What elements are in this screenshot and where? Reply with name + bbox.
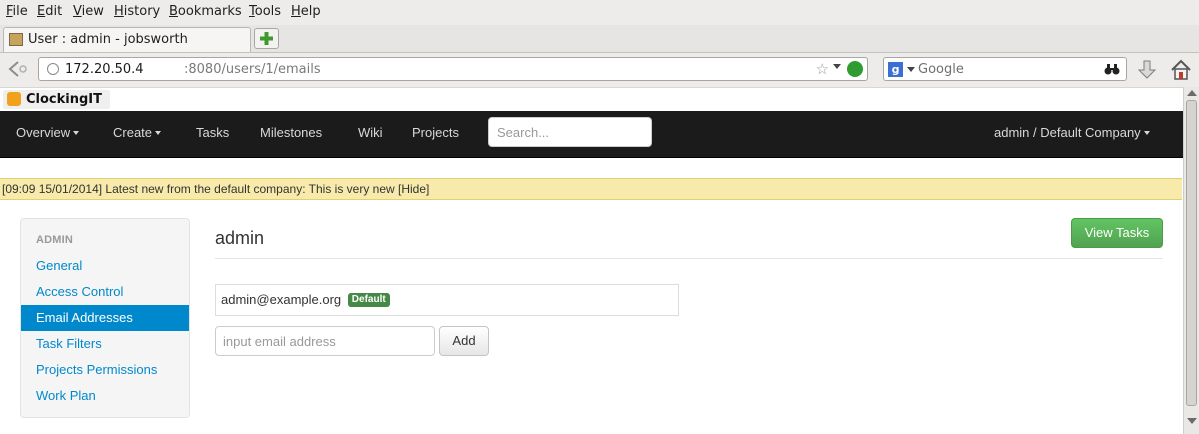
new-email-input[interactable]	[215, 326, 435, 356]
menu-history[interactable]: History	[114, 4, 160, 19]
menu-file[interactable]: File	[6, 4, 28, 19]
nav-create[interactable]: Create	[113, 125, 162, 140]
user-menu[interactable]: admin / Default Company	[994, 125, 1150, 140]
sidebar-item-access-control[interactable]: Access Control	[21, 279, 189, 305]
sidebar-header: ADMIN	[36, 234, 74, 246]
home-button[interactable]	[1170, 58, 1192, 82]
admin-sidebar: ADMIN General Access Control Email Addre…	[20, 218, 190, 418]
title-divider	[215, 258, 1163, 259]
app-logo[interactable]: ClockingIT	[3, 90, 111, 109]
browser-tabstrip: User : admin - jobsworth	[0, 25, 1199, 53]
nav-overview-label: Overview	[16, 125, 71, 140]
scroll-up-arrow-icon[interactable]	[1187, 90, 1197, 96]
sidebar-item-general[interactable]: General	[21, 253, 189, 279]
menu-edit[interactable]: Edit	[37, 4, 62, 19]
bookmark-star-icon[interactable]: ☆	[816, 60, 829, 78]
caret-down-icon	[1143, 130, 1150, 135]
menu-bookmarks[interactable]: Bookmarks	[169, 4, 242, 19]
search-engine-icon[interactable]: g	[888, 62, 903, 77]
menu-tools[interactable]: Tools	[249, 4, 281, 19]
downloads-button[interactable]	[1136, 58, 1158, 82]
user-menu-label: admin / Default Company	[994, 125, 1141, 140]
page-favicon-icon	[9, 33, 23, 46]
default-badge: Default	[347, 292, 390, 307]
view-tasks-button[interactable]: View Tasks	[1071, 218, 1163, 248]
search-engine-dropdown-icon[interactable]	[907, 67, 915, 72]
nav-overview[interactable]: Overview	[16, 125, 80, 140]
app-title-bar: ClockingIT	[0, 87, 1183, 112]
new-tab-button[interactable]	[254, 28, 279, 49]
sidebar-item-task-filters[interactable]: Task Filters	[21, 331, 189, 357]
app-search-input[interactable]	[488, 117, 652, 147]
plus-icon	[260, 32, 273, 45]
url-path: :8080/users/1/emails	[184, 62, 321, 77]
back-button[interactable]	[4, 57, 30, 81]
back-arrow-icon	[8, 61, 27, 77]
add-email-button[interactable]: Add	[439, 326, 489, 356]
nav-wiki[interactable]: Wiki	[358, 125, 383, 140]
url-bar[interactable]: 172.20.50.4 :8080/users/1/emails ☆	[38, 57, 868, 81]
browser-navbar: 172.20.50.4 :8080/users/1/emails ☆ g	[0, 53, 1199, 87]
binoculars-icon[interactable]	[1104, 63, 1120, 75]
sidebar-item-work-plan[interactable]: Work Plan	[21, 383, 189, 409]
browser-search-box[interactable]: g	[883, 57, 1127, 81]
url-history-dropdown-icon[interactable]	[833, 64, 841, 69]
caret-down-icon	[73, 130, 80, 135]
email-list-item: admin@example.org Default	[215, 284, 679, 316]
nav-projects[interactable]: Projects	[412, 125, 459, 140]
url-host: 172.20.50.4	[65, 62, 144, 77]
sidebar-item-email-addresses[interactable]: Email Addresses	[21, 305, 189, 331]
download-arrow-icon	[1137, 60, 1157, 79]
nav-milestones[interactable]: Milestones	[260, 125, 322, 140]
scroll-down-arrow-icon[interactable]	[1187, 418, 1197, 424]
app-topnav: Overview Create Tasks Milestones Wiki Pr…	[0, 111, 1183, 158]
news-banner[interactable]: [09:09 15/01/2014] Latest new from the d…	[0, 178, 1182, 200]
sidebar-item-projects-permissions[interactable]: Projects Permissions	[21, 357, 189, 383]
menu-view[interactable]: View	[73, 4, 104, 19]
page-title: admin	[215, 228, 265, 248]
caret-down-icon	[155, 130, 162, 135]
home-icon	[1171, 59, 1191, 80]
page-scrollbar[interactable]	[1183, 87, 1199, 434]
browser-search-input[interactable]	[918, 60, 1088, 78]
globe-icon	[47, 63, 59, 75]
reload-icon[interactable]	[847, 61, 863, 77]
scroll-thumb[interactable]	[1186, 100, 1197, 406]
browser-menubar: File Edit View History Bookmarks Tools H…	[0, 0, 1199, 25]
nav-tasks[interactable]: Tasks	[196, 125, 229, 140]
app-logo-text: ClockingIT	[26, 92, 103, 107]
clock-logo-icon	[7, 91, 21, 106]
browser-tab[interactable]: User : admin - jobsworth	[3, 27, 251, 52]
nav-create-label: Create	[113, 125, 153, 140]
tab-title: User : admin - jobsworth	[28, 32, 188, 47]
menu-help[interactable]: Help	[291, 4, 321, 19]
email-address: admin@example.org	[221, 292, 342, 307]
